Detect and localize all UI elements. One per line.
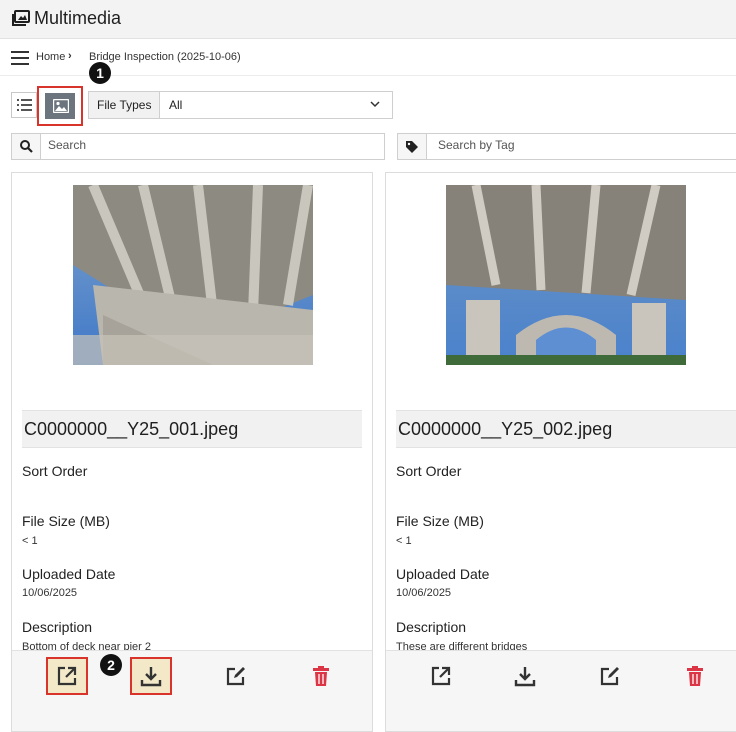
file-types-label: File Types	[89, 92, 161, 118]
hamburger-icon[interactable]	[11, 51, 29, 65]
edit-icon[interactable]	[225, 665, 247, 687]
file-name: C0000000__Y25_001.jpeg	[24, 419, 239, 439]
sort-order-label: Sort Order	[396, 463, 462, 479]
description-label: Description	[22, 619, 93, 635]
file-size-label: File Size (MB)	[396, 513, 484, 529]
list-view-button[interactable]	[11, 92, 37, 118]
sort-order-label: Sort Order	[22, 463, 88, 479]
file-size-label: File Size (MB)	[22, 513, 110, 529]
chevron-down-icon	[370, 101, 380, 108]
breadcrumb-separator: ›	[68, 50, 72, 62]
annotation-badge-1: 1	[89, 62, 111, 84]
uploaded-date-value: 10/06/2025	[396, 587, 452, 599]
download-icon[interactable]	[514, 665, 536, 687]
trash-icon[interactable]	[684, 665, 706, 687]
search-box	[11, 133, 385, 160]
tag-search-box	[397, 133, 736, 160]
card-actions	[386, 650, 736, 731]
uploaded-date-label: Uploaded Date	[22, 566, 116, 582]
page-title: Multimedia	[34, 8, 122, 28]
title-bar: Multimedia	[0, 0, 736, 39]
tag-icon	[406, 141, 418, 153]
media-card: C0000000__Y25_001.jpeg Sort Order File S…	[11, 172, 373, 732]
media-card: C0000000__Y25_002.jpeg Sort Order File S…	[385, 172, 736, 732]
uploaded-date-label: Uploaded Date	[396, 566, 490, 582]
trash-icon[interactable]	[310, 665, 332, 687]
download-icon[interactable]	[140, 665, 162, 687]
tag-search-input[interactable]	[436, 137, 720, 153]
multimedia-icon	[12, 10, 30, 26]
breadcrumb-current: Bridge Inspection (2025-10-06)	[89, 51, 241, 63]
file-size-value: < 1	[22, 535, 38, 547]
file-types-select[interactable]: File Types All	[88, 91, 393, 119]
file-size-value: < 1	[396, 535, 412, 547]
uploaded-date-value: 10/06/2025	[22, 587, 78, 599]
bridge-photo-2[interactable]	[446, 185, 686, 365]
image-icon	[53, 99, 69, 113]
open-external-icon[interactable]	[430, 665, 452, 687]
list-icon	[17, 99, 32, 111]
annotation-badge-2: 2	[100, 654, 122, 676]
card-actions	[12, 650, 372, 731]
breadcrumb-home[interactable]: Home	[36, 51, 65, 63]
edit-icon[interactable]	[599, 665, 621, 687]
search-input[interactable]	[46, 137, 350, 153]
description-label: Description	[396, 619, 467, 635]
bridge-photo-1[interactable]	[73, 185, 313, 365]
search-icon	[20, 140, 33, 153]
file-types-value: All	[169, 98, 183, 112]
gallery-view-button[interactable]	[45, 93, 75, 119]
file-name: C0000000__Y25_002.jpeg	[398, 419, 613, 439]
open-external-icon[interactable]	[56, 665, 78, 687]
